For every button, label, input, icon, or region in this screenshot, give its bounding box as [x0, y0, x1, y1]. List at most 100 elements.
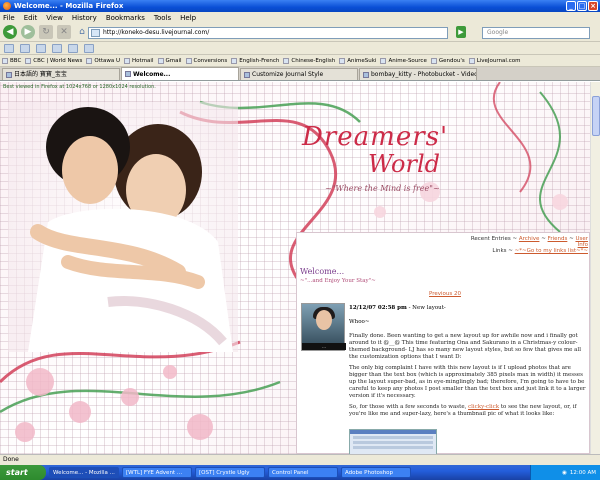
- site-favicon-icon: [91, 29, 100, 37]
- recent-entries-line: Recent Entries ~ Archive ~ Friends ~ Use…: [470, 236, 588, 248]
- clock: 12:00 AM: [569, 469, 596, 476]
- tray-icon[interactable]: ◉: [562, 470, 567, 476]
- tab-active[interactable]: Welcome...: [121, 67, 239, 80]
- bookmark-item[interactable]: CBC | World News: [25, 57, 82, 64]
- user-info-link[interactable]: User Info: [575, 236, 588, 248]
- post-header: 12/12/07 02:58 pm - New layout-: [349, 305, 446, 311]
- tab-item[interactable]: 日本語的 寶寶_宝宝: [2, 68, 120, 80]
- bookmark-item[interactable]: English-French: [231, 57, 279, 64]
- tab-favicon-icon: [244, 71, 250, 78]
- tab-item[interactable]: Customize Journal Style: [240, 68, 358, 80]
- firefox-icon: [3, 2, 11, 10]
- reload-icon[interactable]: ↻: [39, 25, 53, 39]
- bookmark-icon: [2, 57, 8, 64]
- bookmark-icon: [430, 57, 437, 64]
- layout-thumbnail[interactable]: [349, 429, 437, 454]
- bookmark-icon: [185, 57, 192, 64]
- scrollbar-thumb[interactable]: [592, 96, 600, 136]
- menu-bookmarks[interactable]: Bookmarks: [106, 14, 145, 22]
- menu-view[interactable]: View: [46, 14, 63, 22]
- welcome-heading: Welcome...: [300, 267, 345, 276]
- taskbar-item[interactable]: Adobe Photoshop: [341, 467, 411, 478]
- menu-file[interactable]: File: [3, 14, 15, 22]
- bookmark-item[interactable]: AnimeSuki: [339, 57, 376, 64]
- archive-link[interactable]: Archive: [519, 236, 540, 242]
- stop-icon[interactable]: ✕: [57, 25, 71, 39]
- go-icon[interactable]: ▶: [456, 26, 466, 38]
- friends-link[interactable]: Friends: [548, 236, 568, 242]
- post-greeting: Whoo~: [349, 319, 370, 325]
- bookmark-icon: [157, 57, 164, 64]
- tab-bar: 日本語的 寶寶_宝宝 Welcome... Customize Journal …: [0, 67, 600, 81]
- maximize-icon[interactable]: □: [577, 1, 587, 11]
- taskbar-item[interactable]: [WTL] FYE Advent ...: [122, 467, 192, 478]
- window-title: Welcome... - Mozilla Firefox: [14, 2, 124, 10]
- minimize-icon[interactable]: _: [566, 1, 576, 11]
- bookmark-icon: [339, 57, 346, 64]
- page-scrollbar[interactable]: [590, 82, 600, 454]
- welcome-subheading: ~"...and Enjoy Your Stay"~: [300, 278, 376, 284]
- paste-icon[interactable]: [36, 43, 46, 53]
- settings-icon[interactable]: [68, 43, 78, 53]
- bookmark-item[interactable]: Chinese-English: [283, 57, 335, 64]
- system-tray: ◉ 12:00 AM: [530, 465, 600, 480]
- status-bar: Done: [0, 454, 600, 465]
- taskbar-item[interactable]: Control Panel: [268, 467, 338, 478]
- bookmark-icon: [25, 57, 32, 64]
- bookmark-item[interactable]: LiveJournal.com: [468, 57, 520, 64]
- bookmark-item[interactable]: Ottawa U: [86, 57, 120, 64]
- previous-20-link[interactable]: Previous 20: [429, 291, 461, 297]
- avatar-face: [316, 310, 332, 330]
- journal-entry-panel: Welcome... ~"...and Enjoy Your Stay"~ Pr…: [296, 232, 590, 454]
- addon-icon[interactable]: [84, 43, 94, 53]
- window-titlebar: Welcome... - Mozilla Firefox _ □ ×: [0, 0, 600, 12]
- bookmark-item[interactable]: Conversions: [185, 57, 227, 64]
- page-viewport: Best viewed in Firefox at 1024x768 or 12…: [0, 82, 590, 454]
- menu-edit[interactable]: Edit: [24, 14, 38, 22]
- close-icon[interactable]: ×: [588, 1, 598, 11]
- bookmark-item[interactable]: Hotmail: [124, 57, 154, 64]
- menu-help[interactable]: Help: [180, 14, 196, 22]
- bookmarks-toolbar: BBC CBC | World News Ottawa U Hotmail Gm…: [0, 55, 600, 67]
- address-text: http://koneko-desu.livejournal.com/: [103, 29, 210, 36]
- header-photo: [8, 102, 238, 352]
- bookmark-item[interactable]: Anime-Source: [380, 57, 427, 64]
- menu-history[interactable]: History: [72, 14, 97, 22]
- back-icon[interactable]: ◀: [3, 25, 17, 39]
- links-line: Links ~ ~*~Go to my links list~*~: [492, 248, 588, 254]
- recent-entries-nav: Recent Entries ~ Archive ~ Friends ~ Use…: [460, 236, 588, 254]
- bookmark-icon: [380, 57, 387, 64]
- menu-tools[interactable]: Tools: [154, 14, 171, 22]
- taskbar-item[interactable]: [OST] Crystle Ugly: [195, 467, 265, 478]
- bookmark-icon: [231, 57, 238, 64]
- tab-favicon-icon: [6, 71, 12, 78]
- start-button[interactable]: start: [0, 465, 46, 480]
- extra-toolbar: [0, 42, 600, 55]
- post-title: - New layout-: [408, 305, 446, 311]
- menu-bar: File Edit View History Bookmarks Tools H…: [0, 12, 600, 23]
- site-logo: Dreamers' World: [290, 100, 480, 220]
- forward-icon[interactable]: ▶: [21, 25, 35, 39]
- avatar-caption: ...: [302, 343, 346, 350]
- bookmark-item[interactable]: Gmail: [157, 57, 182, 64]
- tab-item[interactable]: bombay_kitty - Photobucket - Video a...: [359, 68, 477, 80]
- bookmark-item[interactable]: BBC: [2, 57, 21, 64]
- windows-taskbar: start Welcome... - Mozilla ... [WTL] FYE…: [0, 465, 600, 480]
- download-icon[interactable]: [52, 43, 62, 53]
- links-list-link[interactable]: ~*~Go to my links list~*~: [515, 248, 588, 254]
- window-controls: _ □ ×: [566, 1, 598, 11]
- site-tagline: ~"Where the Mind is free"~: [325, 184, 440, 193]
- copy-icon[interactable]: [20, 43, 30, 53]
- taskbar-item-firefox[interactable]: Welcome... - Mozilla ...: [49, 467, 119, 478]
- clicky-click-link[interactable]: clicky-click: [468, 404, 499, 410]
- bookmark-icon: [468, 57, 475, 64]
- cut-icon[interactable]: [4, 43, 14, 53]
- post-date: 12/12/07 02:58 pm: [349, 305, 407, 311]
- tab-favicon-icon: [125, 71, 131, 77]
- bookmark-icon: [283, 57, 290, 64]
- home-icon[interactable]: ⌂: [75, 25, 89, 39]
- post-paragraph-3: So, for those with a few seconds to wast…: [349, 404, 577, 417]
- address-bar[interactable]: http://koneko-desu.livejournal.com/: [88, 27, 448, 39]
- bookmark-item[interactable]: Gendou's: [430, 57, 465, 64]
- search-input[interactable]: Google: [482, 27, 590, 39]
